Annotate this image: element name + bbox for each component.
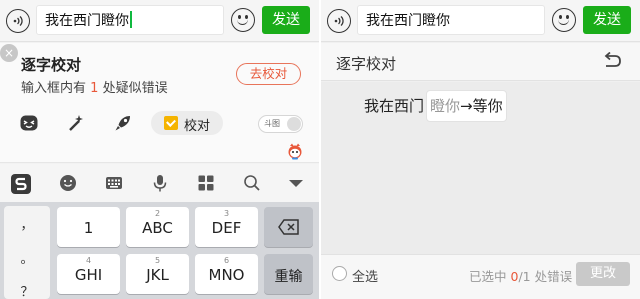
- key-4-sub: 4: [85, 256, 92, 265]
- undo-icon[interactable]: [600, 51, 624, 72]
- close-icon[interactable]: ×: [0, 44, 18, 62]
- key-3-sub: 3: [223, 209, 230, 218]
- mascot-icon[interactable]: [287, 143, 303, 160]
- backspace-icon: [278, 219, 299, 235]
- reenter-key[interactable]: 重输: [264, 254, 313, 294]
- proofread-icon: [164, 116, 178, 130]
- send-button[interactable]: 发送: [262, 6, 310, 34]
- subtitle-prefix: 输入框内有: [21, 81, 87, 96]
- message-input-text: 我在西门瞪你: [45, 13, 129, 29]
- punct-comma-key[interactable]: ，: [4, 214, 50, 233]
- grid-icon[interactable]: [196, 173, 216, 193]
- key-5-label: JKL: [146, 266, 169, 284]
- sogou-logo-icon[interactable]: [10, 173, 31, 194]
- proofread-card-title: 逐字校对: [21, 56, 82, 74]
- text-caret: [130, 11, 132, 28]
- message-input[interactable]: 我在西门瞪你: [357, 5, 545, 35]
- emoji-icon[interactable]: [231, 8, 255, 32]
- key-4-label: GHI: [74, 266, 103, 284]
- key-1-label: 1: [83, 219, 94, 237]
- selection-status: 已选中 0/1 处错误: [469, 266, 572, 285]
- key-2-label: ABC: [142, 219, 173, 237]
- proofread-page-title: 逐字校对: [336, 55, 397, 73]
- meme-toggle-label: 斗图: [264, 119, 280, 128]
- message-input[interactable]: 我在西门瞪你: [36, 5, 224, 35]
- key-5[interactable]: 5 JKL: [126, 254, 189, 294]
- wrong-text: 瞪你: [430, 97, 461, 115]
- select-all-radio[interactable]: [332, 266, 347, 281]
- arrow-icon: →: [460, 97, 473, 115]
- voice-icon[interactable]: [327, 9, 351, 33]
- chat-input-bar-right: 我在西门瞪你 发送: [321, 0, 640, 42]
- reenter-key-label: 重输: [274, 269, 303, 285]
- key-2[interactable]: 2 ABC: [126, 207, 189, 247]
- emoji-icon[interactable]: [552, 8, 576, 32]
- proofread-sentence: 我在西门 瞪你→等你: [364, 90, 507, 122]
- chat-input-bar: 我在西门瞪你 发送: [0, 0, 319, 42]
- key-4[interactable]: 4 GHI: [57, 254, 120, 294]
- search-icon[interactable]: [242, 173, 262, 193]
- toggle-knob: [287, 117, 301, 131]
- emoticon-face-icon[interactable]: [19, 113, 39, 133]
- key-3-label: DEF: [211, 219, 242, 237]
- punct-period-key[interactable]: 。: [4, 248, 50, 267]
- meme-toggle[interactable]: 斗图: [258, 115, 303, 133]
- rocket-icon[interactable]: [113, 113, 133, 133]
- backspace-key[interactable]: [264, 207, 313, 247]
- key-6-label: MNO: [208, 266, 245, 284]
- status-prefix: 已选中: [469, 269, 507, 284]
- proofread-card-subtitle: 输入框内有 1 处疑似错误: [21, 77, 168, 96]
- key-1[interactable]: 1: [57, 207, 120, 247]
- collapse-icon[interactable]: [286, 173, 306, 193]
- subtitle-suffix: 处疑似错误: [102, 81, 168, 96]
- corrected-text: 等你: [472, 97, 503, 115]
- key-5-sub: 5: [154, 256, 161, 265]
- error-count: 1: [90, 81, 99, 96]
- send-button[interactable]: 发送: [583, 6, 631, 34]
- key-3[interactable]: 3 DEF: [195, 207, 258, 247]
- message-input-text: 我在西门瞪你: [366, 13, 450, 29]
- punct-question-key[interactable]: ？: [4, 281, 50, 299]
- sentence-prefix: 我在西门: [364, 97, 425, 115]
- select-all-label[interactable]: 全选: [352, 266, 378, 285]
- correction-chip[interactable]: 瞪你→等你: [426, 90, 507, 122]
- microphone-icon[interactable]: [150, 173, 170, 193]
- voice-icon[interactable]: [6, 9, 30, 33]
- magic-wand-icon[interactable]: [66, 113, 86, 133]
- go-proofread-button[interactable]: 去校对: [236, 63, 301, 85]
- key-2-sub: 2: [154, 209, 161, 218]
- apply-change-button[interactable]: 更改: [576, 262, 630, 286]
- key-6[interactable]: 6 MNO: [195, 254, 258, 294]
- status-total: /1: [518, 269, 531, 284]
- keyboard-icon[interactable]: [104, 173, 124, 193]
- proofread-tab-label: 校对: [184, 119, 211, 134]
- mascot-strip: [0, 142, 319, 163]
- smiley-icon[interactable]: [58, 173, 78, 193]
- key-6-sub: 6: [223, 256, 230, 265]
- status-suffix: 处错误: [534, 269, 573, 284]
